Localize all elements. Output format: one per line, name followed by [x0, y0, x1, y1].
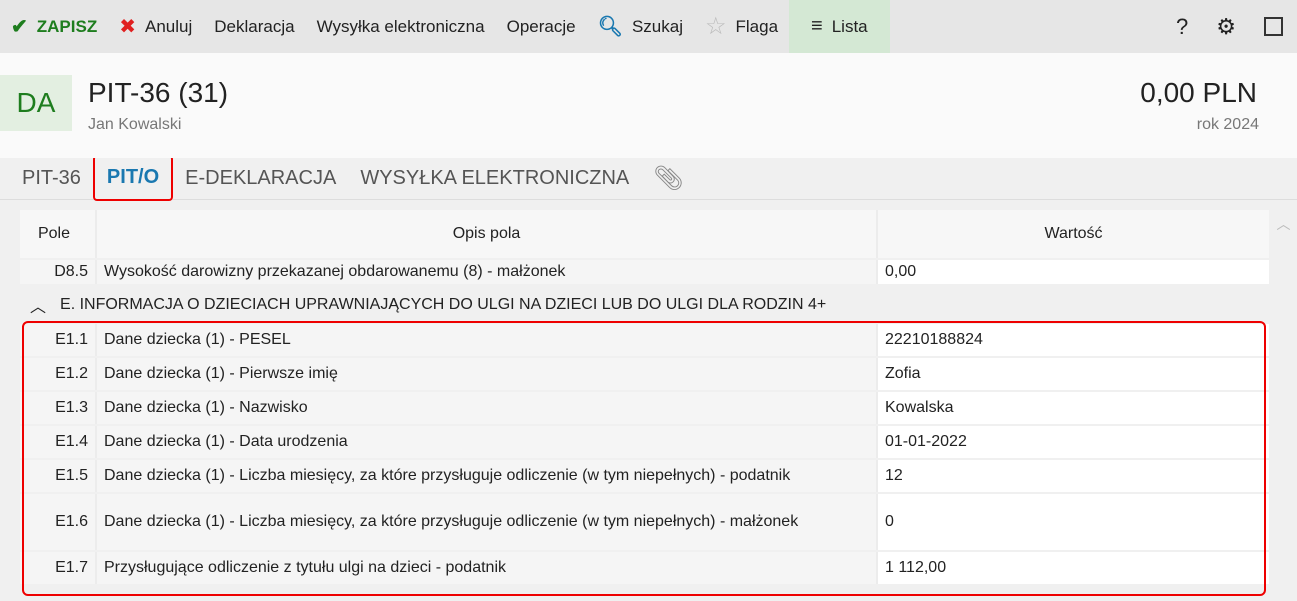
field-value[interactable]: 0,00: [878, 260, 1269, 284]
scroll-up-icon[interactable]: ︿: [1270, 214, 1297, 234]
chevron-up-icon[interactable]: ︿: [30, 293, 46, 317]
table-row: E1.6 Dane dziecka (1) - Liczba miesięcy, …: [20, 494, 1269, 552]
field-code: E1.7: [20, 552, 97, 584]
help-button[interactable]: ?: [1162, 0, 1202, 53]
field-desc: Przysługujące odliczenie z tytułu ulgi n…: [97, 552, 878, 584]
table-row: E1.2 Dane dziecka (1) - Pierwsze imię Zofi…: [20, 358, 1269, 392]
year: rok 2024: [1196, 116, 1259, 133]
table-header: Pole Opis pola Wartość: [20, 210, 1269, 260]
field-value[interactable]: 22210188824: [878, 324, 1269, 356]
field-value[interactable]: 12: [878, 460, 1269, 492]
menu-icon: ≡: [811, 15, 823, 37]
electronic-menu[interactable]: Wysyłka elektroniczna: [306, 0, 496, 53]
tab-pit-36[interactable]: PIT-36: [10, 159, 93, 199]
fields-table: Pole Opis pola Wartość D8.5 Wysokość dar…: [20, 210, 1269, 586]
table-row: D8.5 Wysokość darowizny przekazanej obda…: [20, 260, 1269, 286]
tab-wysylka[interactable]: WYSYŁKA ELEKTRONICZNA: [348, 159, 641, 199]
table-row: E1.4 Dane dziecka (1) - Data urodzenia 01-…: [20, 426, 1269, 460]
table-row: E1.7 Przysługujące odliczenie z tytułu ul…: [20, 552, 1269, 586]
tab-pit-o[interactable]: PIT/O: [92, 154, 174, 201]
table-row: E1.3 Dane dziecka (1) - Nazwisko Kowalska: [20, 392, 1269, 426]
field-code: E1.4: [20, 426, 97, 458]
field-value[interactable]: Kowalska: [878, 392, 1269, 424]
field-value[interactable]: 0: [878, 494, 1269, 550]
search-button[interactable]: 🔍︎ Szukaj: [587, 0, 694, 53]
field-code: E1.2: [20, 358, 97, 390]
field-desc: Dane dziecka (1) - Nazwisko: [97, 392, 878, 424]
page-title: PIT-36 (31): [88, 77, 229, 108]
toolbar: ✔ ZAPISZ ✖ Anuluj Deklaracja Wysyłka elekt…: [0, 0, 1297, 53]
col-header-wartosc[interactable]: Wartość: [878, 210, 1269, 258]
col-header-pole[interactable]: Pole: [20, 210, 97, 258]
check-icon: ✔: [11, 16, 28, 38]
close-icon: ✖: [119, 16, 136, 38]
table-row: E1.5 Dane dziecka (1) - Liczba miesięcy, …: [20, 460, 1269, 494]
document-badge: DA: [0, 75, 72, 131]
section-header[interactable]: ︿ E. INFORMACJA O DZIECIACH UPRAWNIAJĄCYC…: [20, 286, 1269, 324]
field-desc: Dane dziecka (1) - Liczba miesięcy, za k…: [97, 460, 878, 492]
field-desc: Dane dziecka (1) - Liczba miesięcy, za k…: [97, 494, 878, 550]
field-value[interactable]: 01-01-2022: [878, 426, 1269, 458]
tabs: PIT-36 PIT/O E-DEKLARACJA WYSYŁKA ELEKTR…: [0, 154, 1297, 201]
field-code: E1.1: [20, 324, 97, 356]
flag-button[interactable]: ☆ Flaga: [694, 0, 789, 53]
field-code: D8.5: [20, 260, 97, 284]
table-row: E1.1 Dane dziecka (1) - PESEL 22210188824: [20, 324, 1269, 358]
star-icon: ☆: [705, 13, 727, 40]
declaration-menu[interactable]: Deklaracja: [203, 0, 305, 53]
maximize-icon[interactable]: [1250, 0, 1297, 53]
field-value[interactable]: Zofia: [878, 358, 1269, 390]
save-button[interactable]: ✔ ZAPISZ: [0, 0, 108, 53]
field-desc: Wysokość darowizny przekazanej obdarowan…: [97, 260, 878, 284]
field-desc: Dane dziecka (1) - PESEL: [97, 324, 878, 356]
operations-menu[interactable]: Operacje: [496, 0, 587, 53]
field-value[interactable]: 1 112,00: [878, 552, 1269, 584]
field-code: E1.5: [20, 460, 97, 492]
cancel-button[interactable]: ✖ Anuluj: [108, 0, 203, 53]
col-header-opis[interactable]: Opis pola: [97, 210, 878, 258]
field-desc: Dane dziecka (1) - Data urodzenia: [97, 426, 878, 458]
tab-e-deklaracja[interactable]: E-DEKLARACJA: [173, 159, 348, 199]
amount: 0,00 PLN: [1140, 77, 1257, 108]
person-name: Jan Kowalski: [88, 116, 182, 133]
document-header: DA PIT-36 (31) Jan Kowalski 0,00 PLN rok…: [0, 53, 1297, 158]
list-button[interactable]: ≡ Lista: [789, 0, 890, 53]
scrollbar[interactable]: ︿: [1270, 210, 1297, 601]
field-code: E1.3: [20, 392, 97, 424]
field-code: E1.6: [20, 494, 97, 550]
field-desc: Dane dziecka (1) - Pierwsze imię: [97, 358, 878, 390]
gear-icon[interactable]: ⚙: [1202, 0, 1250, 53]
search-icon: 🔍︎: [597, 16, 623, 38]
paperclip-icon[interactable]: 📎︎: [641, 159, 695, 199]
